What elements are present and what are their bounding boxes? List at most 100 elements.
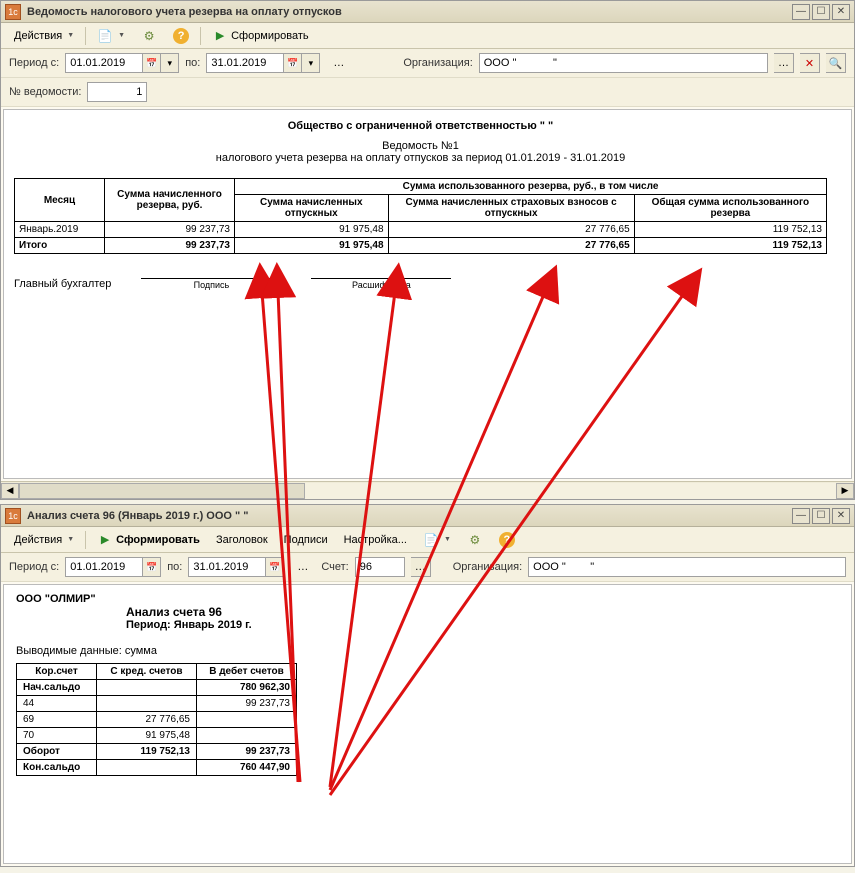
date-from-wrap: 📅 ▾	[65, 53, 179, 73]
date-to-input[interactable]	[206, 53, 284, 73]
generate-label: Сформировать	[116, 534, 200, 546]
header-toggle[interactable]: Заголовок	[209, 531, 275, 549]
date-to-input-2[interactable]	[188, 557, 266, 577]
gear-icon: ⚙	[467, 532, 483, 548]
org-input-2[interactable]	[528, 557, 846, 577]
header-toggle-label: Заголовок	[216, 534, 268, 546]
cell-acc: 44	[17, 696, 97, 712]
generate-button[interactable]: ▶ Сформировать	[205, 25, 316, 47]
spin-button[interactable]: ▾	[161, 53, 179, 73]
toolbar-icon-1[interactable]: 📄▼	[90, 25, 132, 47]
period-picker-button[interactable]: …	[326, 54, 351, 72]
chevron-down-icon: ▼	[444, 536, 451, 543]
chevron-down-icon: ▼	[67, 32, 74, 39]
table-total-row: Итого 99 237,73 91 975,48 27 776,65 119 …	[15, 238, 827, 254]
separator	[85, 27, 86, 45]
col-debet: В дебет счетов	[197, 664, 297, 680]
params-row-3: Период с: 📅 по: 📅 … Счет: … Организация:	[1, 553, 854, 582]
table-row: 7091 975,48	[17, 728, 297, 744]
report-table: Месяц Сумма начисленного резерва, руб. С…	[14, 178, 827, 254]
app-icon: 1c	[5, 4, 21, 20]
titlebar-1: 1c Ведомость налогового учета резерва на…	[1, 1, 854, 23]
analysis-title: Анализ счета 96	[126, 605, 839, 619]
help-icon: ?	[173, 28, 189, 44]
org-input[interactable]	[479, 53, 768, 73]
period-picker-button-2[interactable]: …	[290, 558, 315, 576]
cell-kred	[97, 696, 197, 712]
toolbar-icon-2[interactable]: ⚙	[134, 25, 164, 47]
vedomost-no-input[interactable]	[87, 82, 147, 102]
col-korr: Кор.счет	[17, 664, 97, 680]
account-input[interactable]	[355, 557, 405, 577]
toolbar-icon-4[interactable]: ⚙	[460, 529, 490, 551]
col-ins: Сумма начисленных страховых взносов с от…	[388, 195, 634, 222]
generate-button[interactable]: ▶ Сформировать	[90, 529, 207, 551]
totals-toggle[interactable]: Подписи	[277, 531, 335, 549]
actions-menu[interactable]: Действия ▼	[7, 531, 81, 549]
play-icon: ▶	[212, 28, 228, 44]
document-icon: 📄	[97, 28, 113, 44]
maximize-button[interactable]: ☐	[812, 508, 830, 524]
report-title: Ведомость №1 налогового учета резерва на…	[14, 140, 827, 164]
col-kred: С кред. счетов	[97, 664, 197, 680]
report-sub1: Ведомость №1	[382, 140, 459, 152]
table-row: Кон.сальдо760 447,90	[17, 760, 297, 776]
close-button[interactable]: ✕	[832, 508, 850, 524]
cell-total-vac: 91 975,48	[235, 238, 389, 254]
actions-label: Действия	[14, 30, 62, 42]
period-from-label-2: Период с:	[9, 561, 59, 573]
window-vedomost: 1c Ведомость налогового учета резерва на…	[0, 0, 855, 500]
chief-accountant-label: Главный бухгалтер	[14, 278, 111, 290]
date-from-input[interactable]	[65, 53, 143, 73]
actions-menu[interactable]: Действия ▼	[7, 27, 81, 45]
scroll-thumb[interactable]	[19, 483, 305, 499]
table-row: Январь.2019 99 237,73 91 975,48 27 776,6…	[15, 222, 827, 238]
scroll-left-button[interactable]: ◀	[1, 483, 19, 499]
window-title-2: Анализ счета 96 (Январь 2019 г.) ООО " "	[27, 510, 792, 522]
cell-debet	[197, 712, 297, 728]
play-icon: ▶	[97, 532, 113, 548]
vedomost-no-label: № ведомости:	[9, 86, 81, 98]
table-row: 4499 237,73	[17, 696, 297, 712]
calendar-icon[interactable]: 📅	[284, 53, 302, 73]
cell-total-ins: 27 776,65	[388, 238, 634, 254]
calendar-icon[interactable]: 📅	[266, 557, 284, 577]
minimize-button[interactable]: —	[792, 4, 810, 20]
params-row-2: № ведомости:	[1, 78, 854, 107]
spin-button[interactable]: ▾	[302, 53, 320, 73]
cell-acc: Нач.сальдо	[17, 680, 97, 696]
date-from-wrap-2: 📅	[65, 557, 161, 577]
period-to-label-2: по:	[167, 561, 182, 573]
horizontal-scrollbar[interactable]: ◀ ▶	[1, 481, 854, 499]
calendar-icon[interactable]: 📅	[143, 557, 161, 577]
org-search-button[interactable]: 🔍	[826, 53, 846, 73]
col-total-used: Общая сумма использованного резерва	[634, 195, 826, 222]
help-button[interactable]: ?	[492, 529, 522, 551]
col-used-group: Сумма использованного резерва, руб., в т…	[235, 179, 827, 195]
calendar-icon[interactable]: 📅	[143, 53, 161, 73]
signature-row: Главный бухгалтер Подпись Расшифровка	[14, 278, 827, 290]
separator	[85, 531, 86, 549]
maximize-button[interactable]: ☐	[812, 4, 830, 20]
cell-acc: Оборот	[17, 744, 97, 760]
report-area-2: ООО "ОЛМИР" Анализ счета 96 Период: Янва…	[3, 584, 852, 864]
window-controls: — ☐ ✕	[792, 4, 850, 20]
account-select-button[interactable]: …	[411, 557, 431, 577]
close-button[interactable]: ✕	[832, 4, 850, 20]
date-to-wrap-2: 📅	[188, 557, 284, 577]
toolbar-icon-3[interactable]: 📄▼	[416, 529, 458, 551]
org-select-button[interactable]: …	[774, 53, 794, 73]
scroll-right-button[interactable]: ▶	[836, 483, 854, 499]
scroll-track[interactable]	[19, 483, 836, 499]
org-clear-button[interactable]: ✕	[800, 53, 820, 73]
chevron-down-icon: ▼	[67, 536, 74, 543]
toolbar-2: Действия ▼ ▶ Сформировать Заголовок Подп…	[1, 527, 854, 553]
help-button[interactable]: ?	[166, 25, 196, 47]
settings-button[interactable]: Настройка...	[337, 531, 414, 549]
cell-kred: 91 975,48	[97, 728, 197, 744]
date-from-input-2[interactable]	[65, 557, 143, 577]
cell-kred	[97, 760, 197, 776]
minimize-button[interactable]: —	[792, 508, 810, 524]
signature-line-podpis: Подпись	[141, 278, 281, 290]
help-icon: ?	[499, 532, 515, 548]
